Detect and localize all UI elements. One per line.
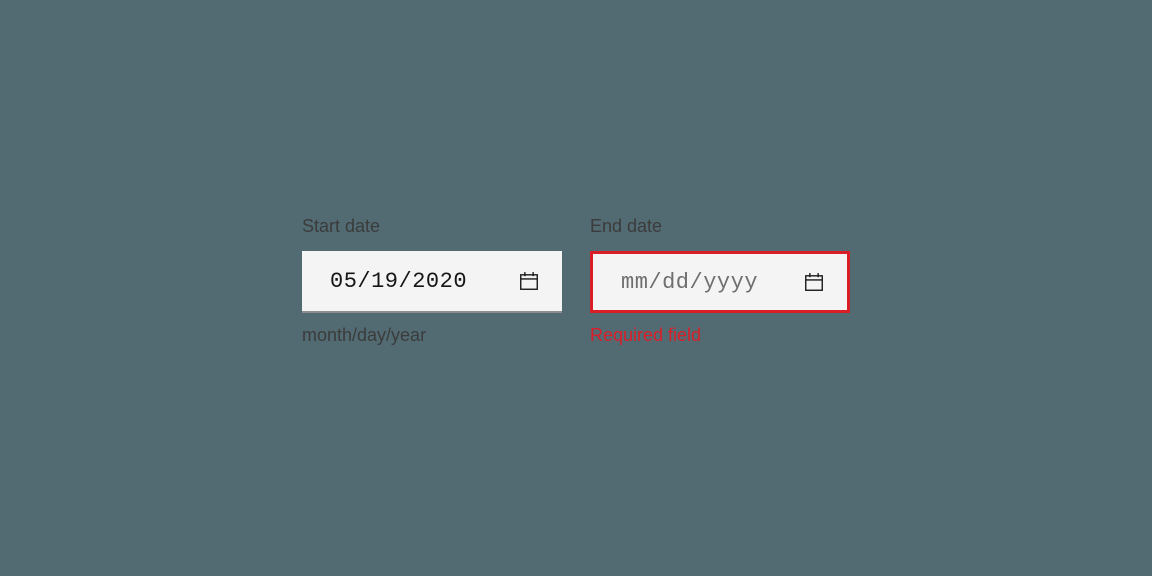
calendar-icon[interactable] bbox=[803, 271, 825, 293]
end-date-label: End date bbox=[590, 216, 850, 237]
start-date-value: 05/19/2020 bbox=[330, 269, 467, 294]
start-date-helper: month/day/year bbox=[302, 325, 562, 346]
calendar-icon[interactable] bbox=[518, 270, 540, 292]
start-date-group: Start date 05/19/2020 month/day/year bbox=[302, 216, 562, 346]
start-date-label: Start date bbox=[302, 216, 562, 237]
end-date-placeholder: mm/dd/yyyy bbox=[621, 270, 758, 295]
end-date-input[interactable]: mm/dd/yyyy bbox=[590, 251, 850, 313]
end-date-group: End date mm/dd/yyyy Required field bbox=[590, 216, 850, 346]
end-date-error: Required field bbox=[590, 325, 850, 346]
start-date-input[interactable]: 05/19/2020 bbox=[302, 251, 562, 313]
